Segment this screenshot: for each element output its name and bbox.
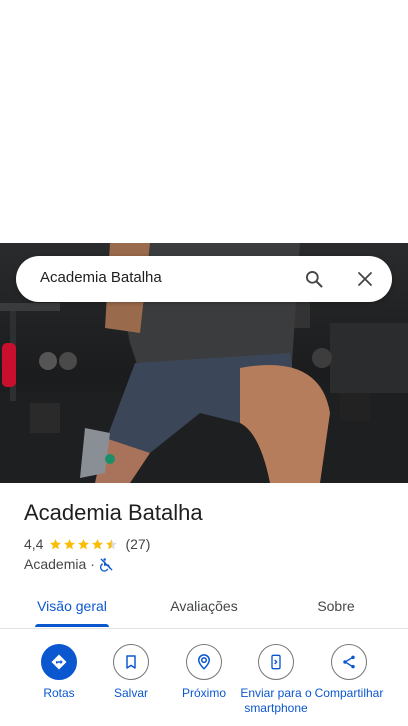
action-row: Rotas Salvar Próximo Enviar para o smart… — [0, 644, 408, 726]
tab-about[interactable]: Sobre — [284, 584, 388, 628]
nearby-button[interactable]: Próximo — [166, 644, 242, 701]
bookmark-icon[interactable] — [113, 644, 149, 680]
star-icon — [92, 538, 104, 549]
category-row: Academia · — [24, 556, 114, 572]
wheelchair-not-accessible-icon — [99, 557, 114, 572]
place-title: Academia Batalha — [24, 500, 203, 525]
nearby-icon[interactable] — [186, 644, 222, 680]
directions-button[interactable]: Rotas — [21, 644, 97, 701]
close-icon[interactable] — [353, 267, 377, 291]
star-icon — [64, 538, 76, 549]
search-icon[interactable] — [302, 267, 326, 291]
separator-dot: · — [90, 556, 95, 572]
half-star-icon — [106, 538, 118, 549]
tab-bar: Visão geral Avaliações Sobre — [0, 584, 408, 629]
tab-overview[interactable]: Visão geral — [20, 584, 124, 628]
share-label: Compartilhar — [314, 686, 384, 700]
star-icon — [50, 538, 62, 549]
share-icon[interactable] — [331, 644, 367, 680]
share-button[interactable]: Compartilhar — [311, 644, 387, 701]
directions-icon[interactable] — [41, 644, 77, 680]
save-button[interactable]: Salvar — [93, 644, 169, 701]
search-input[interactable]: Academia Batalha — [40, 269, 162, 286]
rating-row[interactable]: 4,4 (27) — [24, 536, 150, 552]
send-to-phone-button[interactable]: Enviar para o smartphone — [238, 644, 314, 716]
active-tab-indicator — [35, 624, 109, 627]
directions-label: Rotas — [43, 686, 75, 700]
star-icon — [78, 538, 90, 549]
nearby-label: Próximo — [181, 686, 226, 700]
review-count: (27) — [125, 536, 151, 552]
star-rating — [49, 538, 119, 551]
place-details-page: Academia Batalha Academia Batalha 4,4 (2… — [0, 0, 408, 726]
place-category: Academia — [24, 556, 87, 572]
rating-value: 4,4 — [24, 536, 44, 552]
tab-reviews[interactable]: Avaliações — [152, 584, 256, 628]
send-to-phone-icon[interactable] — [258, 644, 294, 680]
save-label: Salvar — [113, 686, 148, 700]
search-bar[interactable]: Academia Batalha — [16, 256, 392, 302]
map-area[interactable] — [0, 0, 408, 243]
send-to-phone-label: Enviar para o smartphone — [240, 686, 312, 715]
